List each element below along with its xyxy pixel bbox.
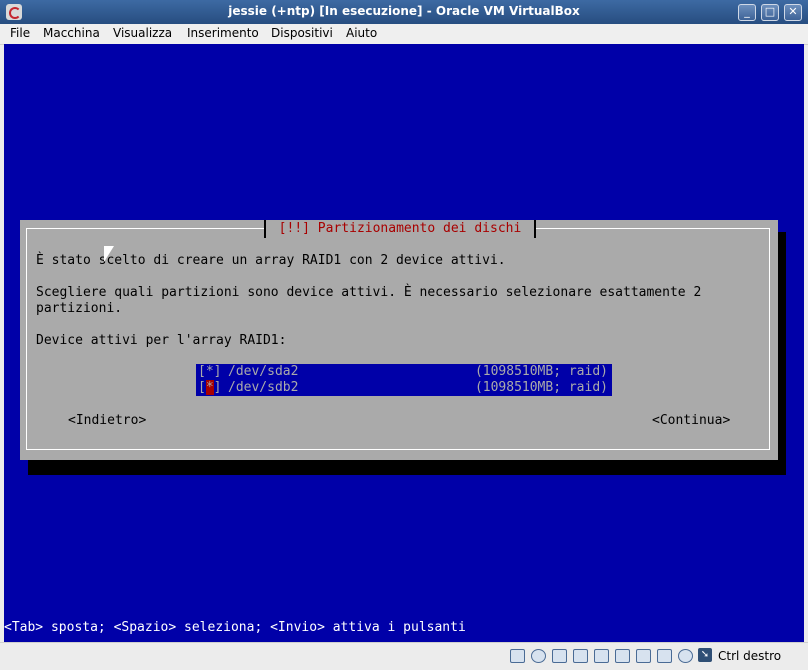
- device-row-sda2[interactable]: [*] /dev/sda2 (1098510MB; raid): [196, 364, 612, 380]
- network-icon[interactable]: [636, 649, 651, 663]
- status-bar: ➘ Ctrl destro: [0, 642, 808, 670]
- menu-dispositivi[interactable]: Dispositivi: [271, 26, 333, 40]
- shared-folders-icon[interactable]: [594, 649, 609, 663]
- keyboard-hint-bar: <Tab> sposta; <Spazio> seleziona; <Invio…: [4, 620, 466, 635]
- usb-icon[interactable]: [573, 649, 588, 663]
- device-list[interactable]: [*] /dev/sda2 (1098510MB; raid) [*] /dev…: [196, 364, 612, 396]
- checkbox-mark-cursor: *: [205, 380, 214, 395]
- device-size: (1098510MB; raid): [474, 380, 608, 395]
- menu-inserimento[interactable]: Inserimento: [187, 26, 259, 40]
- device-row-sdb2[interactable]: [*] /dev/sdb2 (1098510MB; raid): [196, 380, 612, 396]
- window-title: jessie (+ntp) [In esecuzione] - Oracle V…: [228, 4, 580, 18]
- host-key-label: Ctrl destro: [718, 649, 782, 663]
- checkbox-sda2[interactable]: [*]: [198, 364, 221, 380]
- maximize-button[interactable]: □: [761, 4, 779, 21]
- close-button[interactable]: ✕: [784, 4, 802, 21]
- checkbox-close-bracket: ]: [213, 380, 222, 395]
- menu-macchina[interactable]: Macchina: [43, 26, 100, 40]
- display-icon[interactable]: [615, 649, 630, 663]
- hard-disk-icon[interactable]: [510, 649, 525, 663]
- dialog-text-instructions: Scegliere quali partizioni sono device a…: [36, 285, 702, 316]
- continue-button[interactable]: <Continua>: [652, 413, 730, 428]
- mouse-integration-icon[interactable]: ➘: [698, 648, 712, 662]
- dialog-text-active-devices-label: Device attivi per l'array RAID1:: [36, 333, 287, 348]
- optical-drive-icon[interactable]: [531, 649, 546, 663]
- minimize-button[interactable]: _: [738, 4, 756, 21]
- partition-dialog: [!!] Partizionamento dei dischi È stato …: [20, 220, 778, 460]
- dialog-title: [!!] Partizionamento dei dischi: [264, 220, 536, 238]
- device-name: /dev/sda2: [228, 364, 299, 379]
- device-size: (1098510MB; raid): [474, 364, 608, 379]
- checkbox-sdb2[interactable]: [*]: [198, 380, 221, 396]
- menu-bar: File Macchina Visualizza Inserimento Dis…: [0, 24, 808, 45]
- menu-aiuto[interactable]: Aiuto: [346, 26, 377, 40]
- mouse-pointer-icon: [104, 246, 114, 262]
- checkbox-open-bracket: [: [198, 380, 206, 395]
- video-capture-icon[interactable]: [657, 649, 672, 663]
- back-button[interactable]: <Indietro>: [68, 413, 146, 428]
- guest-screen[interactable]: [!!] Partizionamento dei dischi È stato …: [4, 44, 804, 642]
- window-title-bar[interactable]: jessie (+ntp) [In esecuzione] - Oracle V…: [0, 0, 808, 24]
- audio-icon[interactable]: [552, 649, 567, 663]
- menu-visualizza[interactable]: Visualizza: [113, 26, 172, 40]
- device-name: /dev/sdb2: [228, 380, 299, 395]
- cpu-icon[interactable]: [678, 649, 693, 663]
- menu-file[interactable]: File: [10, 26, 30, 40]
